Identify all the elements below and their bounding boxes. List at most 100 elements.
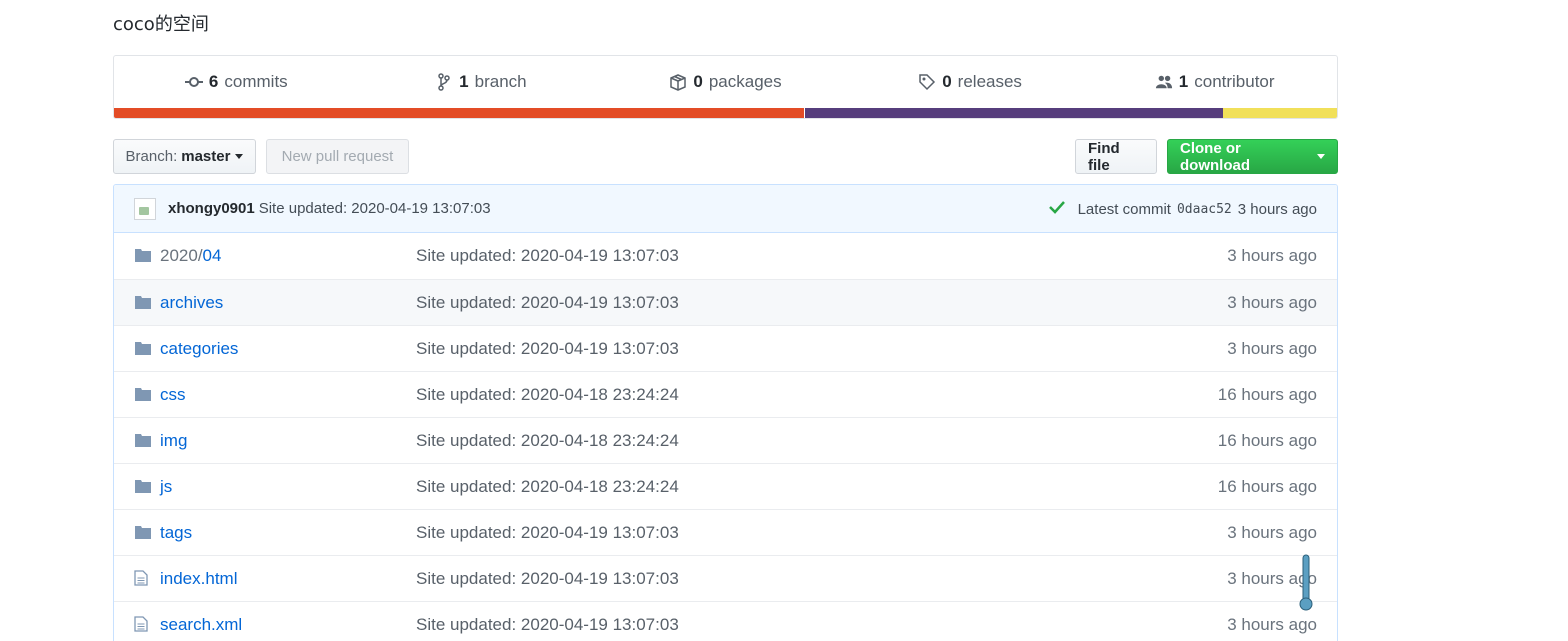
commits-label: commits (224, 72, 288, 91)
package-icon (669, 73, 687, 91)
releases-label: releases (957, 72, 1022, 91)
branch-select-button[interactable]: Branch: master (113, 139, 256, 174)
file-name[interactable]: archives (160, 293, 223, 312)
contributors-label: contributor (1194, 72, 1275, 91)
file-name-link[interactable]: search.xml (160, 615, 242, 635)
file-commit-message[interactable]: Site updated: 2020-04-19 13:07:03 (416, 246, 679, 266)
file-name[interactable]: tags (160, 523, 192, 542)
file-age: 3 hours ago (1227, 338, 1317, 358)
file-commit-message[interactable]: Site updated: 2020-04-19 13:07:03 (416, 569, 679, 589)
file-commit-message[interactable]: Site updated: 2020-04-18 23:24:24 (416, 385, 679, 405)
folder-icon (134, 478, 152, 494)
people-icon (1155, 73, 1173, 91)
file-name-link[interactable]: 2020/04 (160, 246, 221, 266)
file-list: 2020/04 Site updated: 2020-04-19 13:07:03… (114, 233, 1337, 641)
file-row[interactable]: img Site updated: 2020-04-18 23:24:24 16 h… (114, 417, 1337, 463)
file-row[interactable]: tags Site updated: 2020-04-19 13:07:03 3 h… (114, 509, 1337, 555)
file-path-prefix[interactable]: 2020/ (160, 246, 203, 265)
folder-icon (134, 432, 152, 448)
file-row[interactable]: css Site updated: 2020-04-18 23:24:24 16 h… (114, 371, 1337, 417)
tag-icon (918, 73, 936, 91)
clone-or-download-button[interactable]: Clone or download (1167, 139, 1338, 174)
file-icon (134, 570, 152, 586)
file-row[interactable]: categories Site updated: 2020-04-19 13:07… (114, 325, 1337, 371)
find-file-button[interactable]: Find file (1075, 139, 1157, 174)
latest-commit-bar: xhongy0901 Site updated: 2020-04-19 13:0… (114, 185, 1337, 233)
packages-count: 0 (693, 72, 703, 91)
file-row[interactable]: js Site updated: 2020-04-18 23:24:24 16 ho… (114, 463, 1337, 509)
file-age: 16 hours ago (1217, 384, 1317, 404)
commit-sha[interactable]: 0daac52 (1177, 202, 1232, 217)
git-commit-icon (184, 73, 203, 91)
latest-commit-info: Latest commit 0daac52 3 hours ago (1048, 185, 1317, 233)
commits-count: 6 (208, 72, 219, 91)
file-name-link[interactable]: categories (160, 339, 238, 359)
releases-link[interactable]: 0 releases (848, 72, 1093, 92)
file-name-link[interactable]: js (160, 477, 172, 497)
repo-summary: 6 commits 1 branch 0 packages 0 releases (113, 55, 1338, 119)
packages-link[interactable]: 0 packages (603, 72, 848, 92)
language-segment-javascript[interactable] (1223, 108, 1337, 118)
file-name[interactable]: img (160, 431, 187, 450)
file-name-link[interactable]: css (160, 385, 186, 405)
commits-link[interactable]: 6 commits (114, 72, 359, 92)
file-name[interactable]: index.html (160, 569, 237, 588)
file-age: 16 hours ago (1217, 430, 1317, 450)
file-name-link[interactable]: img (160, 431, 187, 451)
file-icon (134, 616, 152, 632)
folder-icon (134, 524, 152, 540)
file-age: 3 hours ago (1227, 614, 1317, 634)
file-row[interactable]: 2020/04 Site updated: 2020-04-19 13:07:03… (114, 233, 1337, 279)
file-row[interactable]: search.xml Site updated: 2020-04-19 13:07… (114, 601, 1337, 641)
file-name[interactable]: search.xml (160, 615, 242, 634)
contributors-count: 1 (1178, 72, 1189, 91)
file-age: 3 hours ago (1227, 522, 1317, 542)
file-age: 3 hours ago (1227, 292, 1317, 312)
file-browser: xhongy0901 Site updated: 2020-04-19 13:0… (113, 184, 1338, 641)
caret-down-icon (1317, 154, 1325, 159)
branch-value: master (181, 148, 231, 165)
file-name[interactable]: js (160, 477, 172, 496)
branches-label: branch (474, 72, 527, 91)
folder-icon (134, 386, 152, 402)
thermometer-icon (1298, 554, 1314, 612)
file-name[interactable]: css (160, 385, 186, 404)
folder-icon (134, 247, 152, 263)
file-commit-message[interactable]: Site updated: 2020-04-18 23:24:24 (416, 431, 679, 451)
repo-description: coco的空间 (113, 14, 209, 35)
check-icon (1048, 198, 1072, 220)
file-row[interactable]: archives Site updated: 2020-04-19 13:07:0… (114, 279, 1337, 325)
caret-down-icon (235, 154, 244, 159)
commit-age: 3 hours ago (1237, 200, 1317, 218)
file-name-link[interactable]: archives (160, 293, 223, 313)
file-name-link[interactable]: index.html (160, 569, 237, 589)
clone-label: Clone or download (1180, 139, 1250, 174)
file-row[interactable]: index.html Site updated: 2020-04-19 13:07… (114, 555, 1337, 601)
folder-icon (134, 340, 152, 356)
packages-label: packages (708, 72, 782, 91)
language-segment-css[interactable] (804, 108, 1224, 118)
releases-count: 0 (942, 72, 952, 91)
commit-author[interactable]: xhongy0901 (168, 200, 255, 217)
file-age: 3 hours ago (1227, 246, 1317, 265)
folder-icon (134, 294, 152, 310)
language-bar[interactable] (114, 108, 1337, 118)
file-age: 16 hours ago (1217, 476, 1317, 496)
file-commit-message[interactable]: Site updated: 2020-04-18 23:24:24 (416, 477, 679, 497)
file-name[interactable]: 04 (203, 246, 222, 265)
file-name-link[interactable]: tags (160, 523, 192, 543)
file-commit-message[interactable]: Site updated: 2020-04-19 13:07:03 (416, 523, 679, 543)
branches-count: 1 (459, 72, 469, 91)
branches-link[interactable]: 1 branch (359, 72, 604, 92)
latest-commit-label: Latest commit (1077, 200, 1171, 218)
file-name[interactable]: categories (160, 339, 238, 358)
commit-message[interactable]: Site updated: 2020-04-19 13:07:03 (259, 200, 491, 217)
new-pull-request-button[interactable]: New pull request (266, 139, 409, 174)
file-commit-message[interactable]: Site updated: 2020-04-19 13:07:03 (416, 615, 679, 635)
avatar[interactable] (134, 197, 156, 220)
file-commit-message[interactable]: Site updated: 2020-04-19 13:07:03 (416, 339, 679, 359)
contributors-link[interactable]: 1 contributor (1092, 72, 1337, 92)
language-segment-html[interactable] (114, 108, 805, 118)
git-branch-icon (435, 73, 453, 91)
file-commit-message[interactable]: Site updated: 2020-04-19 13:07:03 (416, 293, 679, 313)
